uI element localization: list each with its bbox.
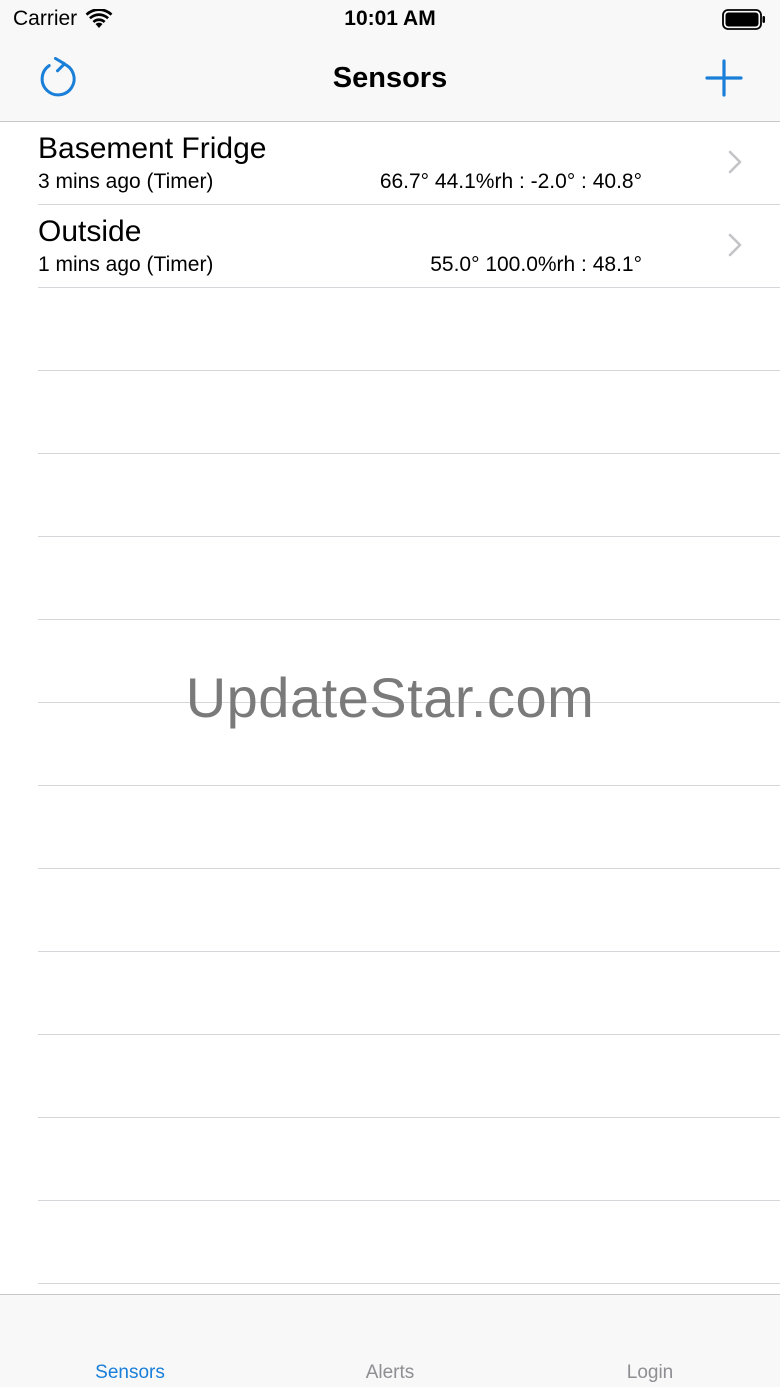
empty-row [38, 454, 780, 537]
status-time: 10:01 AM [344, 7, 436, 30]
empty-row [38, 288, 780, 371]
tab-alerts[interactable]: Alerts [260, 1295, 520, 1387]
sensor-readings: 55.0° 100.0%rh : 48.1° [430, 253, 642, 276]
empty-row [38, 1035, 780, 1118]
sensor-updated: 3 mins ago (Timer) [38, 170, 214, 193]
sensor-readings: 66.7° 44.1%rh : -2.0° : 40.8° [379, 170, 642, 193]
empty-row [38, 786, 780, 869]
sensor-row-outside[interactable]: Outside 1 mins ago (Timer) 55.0° 100.0%r… [38, 205, 780, 288]
empty-row [38, 1201, 780, 1284]
page-title: Sensors [332, 62, 448, 94]
chevron-right-icon [728, 233, 742, 257]
tab-label: Login [626, 1362, 674, 1383]
empty-row [38, 1284, 780, 1294]
empty-row [38, 1118, 780, 1201]
battery-icon [722, 9, 765, 30]
sensor-updated: 1 mins ago (Timer) [38, 253, 214, 276]
status-bar: Carrier 10:01 AM [0, 0, 780, 40]
chevron-right-icon [728, 150, 742, 174]
navigation-bar: Sensors [0, 40, 780, 122]
empty-row [38, 371, 780, 454]
plus-icon[interactable] [704, 58, 744, 98]
tab-label: Sensors [95, 1362, 165, 1383]
empty-row [38, 537, 780, 620]
sensor-name: Basement Fridge [38, 132, 267, 165]
tab-bar: Sensors Alerts Login [0, 1294, 780, 1387]
watermark: UpdateStar.com [185, 666, 595, 729]
empty-row [38, 952, 780, 1035]
tab-login[interactable]: Login [520, 1295, 780, 1387]
tab-sensors[interactable]: Sensors [0, 1295, 260, 1387]
sensor-name: Outside [38, 215, 142, 248]
empty-row [38, 869, 780, 952]
sensor-row-basement-fridge[interactable]: Basement Fridge 3 mins ago (Timer) 66.7°… [38, 122, 780, 205]
tab-label: Alerts [365, 1362, 415, 1383]
